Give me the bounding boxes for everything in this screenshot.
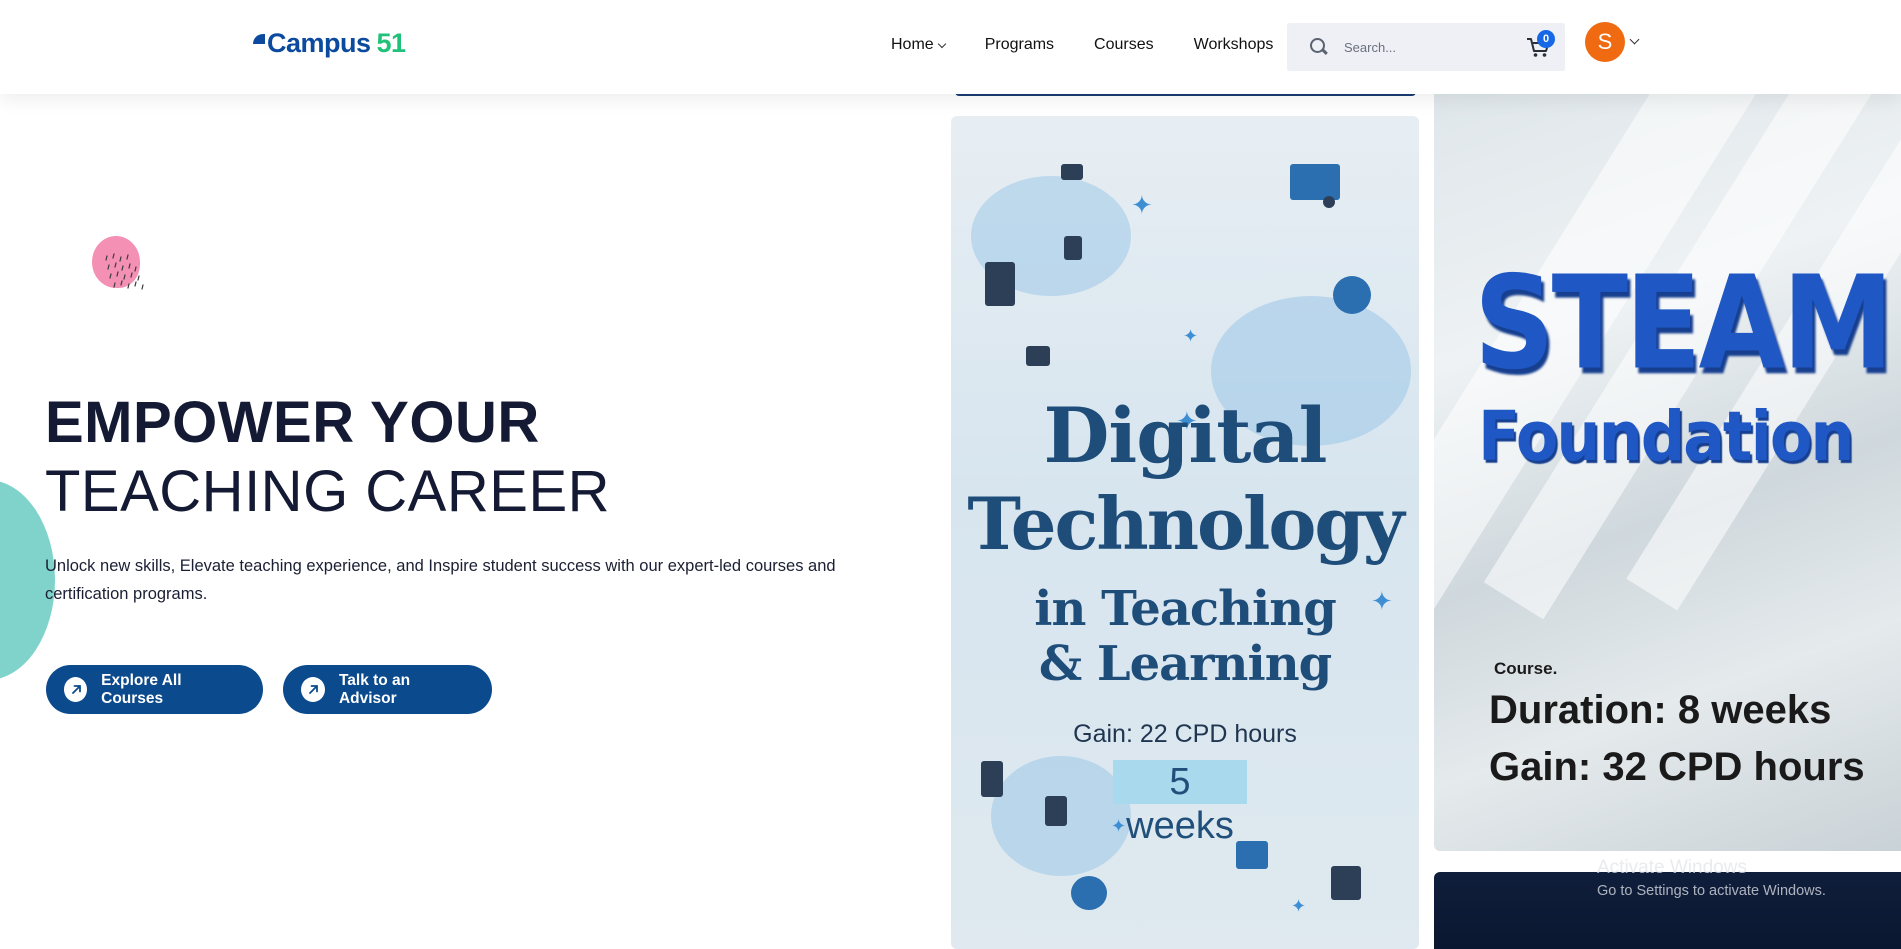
explore-all-courses-button[interactable]: Explore All Courses	[46, 665, 263, 714]
arrow-up-right-icon	[64, 677, 88, 702]
watermark-title: Activate Windows	[1597, 857, 1747, 878]
nav-label-workshops: Workshops	[1193, 36, 1274, 53]
duration-label: 5 weeks	[1113, 760, 1247, 847]
card-type-label: Course.	[1494, 659, 1558, 678]
search-input[interactable]	[1344, 39, 1504, 55]
globe-play-icon	[1333, 276, 1371, 314]
sparkle-icon: ✦	[1291, 896, 1307, 916]
nav-label-courses: Courses	[1094, 36, 1154, 53]
nav-item-programs[interactable]: Programs	[985, 36, 1054, 54]
chevron-down-icon[interactable]	[1629, 34, 1640, 44]
card-title-line: STEAM	[1474, 249, 1894, 399]
user-menu[interactable]: S	[1585, 22, 1640, 62]
nav-label-home: Home	[891, 36, 934, 53]
avatar[interactable]: S	[1585, 22, 1625, 62]
card-title-line: in Teaching	[1034, 581, 1337, 637]
hero-title: EMPOWER YOUR TEACHING CAREER	[45, 388, 610, 526]
main-nav: Home Programs Courses Workshops	[891, 36, 1273, 54]
monitor-icon	[1026, 346, 1050, 366]
logo-number: 51	[376, 28, 407, 58]
laptop-icon	[1236, 841, 1268, 869]
hero-title-line-2: TEACHING CAREER	[45, 459, 611, 524]
nav-item-home[interactable]: Home	[891, 36, 946, 54]
duration-label: Duration: 8 weeks	[1489, 688, 1832, 732]
hero-title-line-1: EMPOWER YOUR	[45, 390, 540, 455]
course-card-steam-foundation[interactable]: STEAM Foundation Course.	[1434, 94, 1901, 851]
search-box: 0	[1287, 23, 1565, 71]
phone-icon	[981, 761, 1003, 797]
card-title-line: Foundation	[1478, 396, 1855, 477]
nav-item-workshops[interactable]: Workshops	[1194, 36, 1274, 54]
tablet-icon	[985, 262, 1015, 306]
sparkle-icon: ✦	[1131, 190, 1153, 220]
cpd-hours-label: Gain: 22 CPD hours	[1073, 720, 1297, 748]
sparkle-icon: ✦	[1183, 326, 1199, 346]
sparkle-icon: ✦	[1111, 816, 1127, 836]
cpd-hours-label: Gain: 32 CPD hours	[1489, 745, 1865, 789]
hero-subtitle: Unlock new skills, Elevate teaching expe…	[45, 557, 836, 603]
tablet-icon	[1331, 866, 1361, 900]
logo-mark-icon	[253, 34, 265, 44]
chevron-down-icon	[937, 39, 946, 48]
tablet-icon	[1045, 796, 1067, 826]
dot-icon	[1323, 196, 1335, 208]
explore-button-label: Explore All Courses	[101, 671, 182, 707]
talk-to-advisor-button[interactable]: Talk to an Advisor	[283, 665, 492, 714]
search-icon[interactable]	[1309, 37, 1329, 57]
nav-item-courses[interactable]: Courses	[1094, 36, 1154, 54]
laptop-icon	[1061, 164, 1083, 180]
card-title-line: Technology	[967, 481, 1404, 566]
advisor-button-label: Talk to an Advisor	[338, 671, 411, 707]
campus51-logo[interactable]: Campus 51	[253, 28, 406, 59]
card-title-line: Digital	[1043, 391, 1327, 480]
gear-icon	[1071, 876, 1107, 910]
dots-pattern-icon	[105, 253, 144, 290]
course-card-digital-technology[interactable]: ✦ ✦ ✦ ✦ ✦ ✦ Digital Technology in Teachi…	[951, 116, 1419, 949]
windows-activation-watermark: Activate Windows Go to Settings to activ…	[1597, 856, 1826, 902]
logo-text: Campus	[267, 28, 371, 58]
video-play-icon	[1290, 164, 1340, 200]
arrow-up-right-icon	[301, 677, 325, 702]
watermark-subtitle: Go to Settings to activate Windows.	[1597, 883, 1826, 899]
cart-button[interactable]: 0	[1525, 30, 1555, 60]
phone-icon	[1064, 236, 1082, 260]
site-header: Campus 51 Home Programs Courses Workshop…	[0, 0, 1901, 94]
cart-count-badge: 0	[1537, 30, 1555, 48]
card-title-line: & Learning	[1038, 636, 1332, 692]
nav-label-programs: Programs	[984, 36, 1055, 53]
